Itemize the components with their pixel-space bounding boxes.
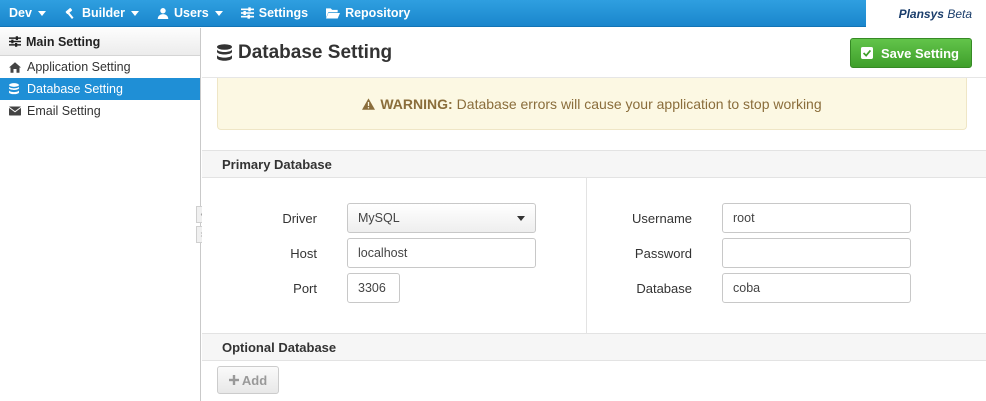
database-input[interactable]: coba	[722, 273, 911, 303]
sidebar-item-label: Application Setting	[27, 60, 131, 74]
database-icon	[217, 43, 232, 62]
password-input[interactable]	[722, 238, 911, 268]
save-setting-button[interactable]: Save Setting	[849, 38, 972, 68]
nav-repository-menu[interactable]: Repository	[317, 0, 419, 27]
optional-database-section-header: Optional Database	[202, 333, 986, 361]
sliders-icon	[240, 7, 254, 19]
password-label: Password	[634, 245, 692, 261]
username-row: Username root	[602, 203, 911, 233]
host-row: Host localhost	[202, 238, 536, 268]
check-square-icon	[860, 47, 873, 59]
brand-suffix: Beta	[947, 7, 972, 21]
database-label: Database	[636, 280, 692, 296]
warning-text: Database errors will cause your applicat…	[456, 95, 822, 112]
gavel-icon	[64, 7, 77, 20]
sidebar-item-email-setting[interactable]: Email Setting	[0, 100, 200, 122]
host-label: Host	[290, 245, 317, 261]
warning-alert: WARNING: Database errors will cause your…	[217, 78, 967, 130]
driver-row: Driver MySQL	[202, 203, 536, 233]
caret-down-icon	[37, 10, 46, 16]
driver-select-value: MySQL	[358, 211, 400, 225]
primary-database-section-header: Primary Database	[202, 150, 986, 178]
main-panel: Database Setting Save Setting WARNING: D…	[202, 28, 986, 401]
database-row: Database coba	[602, 273, 911, 303]
save-setting-label: Save Setting	[880, 45, 959, 61]
warning-icon	[362, 97, 376, 110]
sidebar-item-label: Email Setting	[27, 104, 101, 118]
page-title-text: Database Setting	[238, 41, 393, 63]
host-input[interactable]: localhost	[347, 238, 536, 268]
envelope-icon	[9, 106, 23, 116]
warning-strong: WARNING:	[380, 95, 453, 112]
home-icon	[9, 61, 23, 73]
page-header: Database Setting Save Setting	[202, 28, 986, 78]
driver-select[interactable]: MySQL	[347, 203, 536, 233]
nav-users-label: Users	[174, 6, 209, 20]
plus-icon	[228, 375, 239, 385]
sidebar-header: Main Setting	[0, 28, 200, 56]
port-input-value: 3306	[358, 281, 386, 295]
username-input-value: root	[733, 211, 755, 225]
nav-dev-label: Dev	[9, 6, 32, 20]
page-title: Database Setting	[217, 42, 392, 64]
sidebar-header-label: Main Setting	[26, 34, 101, 49]
port-label: Port	[293, 280, 317, 296]
sidebar-item-application-setting[interactable]: Application Setting	[0, 56, 200, 78]
password-row: Password	[602, 238, 911, 268]
caret-down-icon	[131, 10, 139, 16]
nav-dev-menu[interactable]: Dev	[0, 0, 55, 27]
port-input[interactable]: 3306	[347, 273, 400, 303]
folder-open-icon	[326, 7, 341, 19]
add-database-button[interactable]: Add	[217, 366, 279, 394]
driver-label: Driver	[282, 210, 317, 226]
top-navbar: Dev Builder Users Settings Repository Pl…	[0, 0, 986, 27]
caret-down-icon	[517, 215, 525, 221]
brand-name: Plansys	[898, 7, 944, 21]
brand-logo[interactable]: Plansys Beta	[899, 7, 972, 21]
nav-settings-menu[interactable]: Settings	[232, 0, 317, 27]
brand-area: Plansys Beta	[866, 0, 986, 27]
optional-database-label: Optional Database	[222, 339, 337, 355]
host-input-value: localhost	[358, 246, 408, 260]
column-divider	[586, 178, 587, 333]
add-database-label: Add	[241, 372, 268, 388]
database-icon	[9, 83, 23, 95]
caret-down-icon	[214, 10, 223, 16]
primary-database-label: Primary Database	[222, 156, 332, 172]
port-row: Port 3306	[202, 273, 400, 303]
user-icon	[157, 7, 169, 19]
sidebar-item-label: Database Setting	[27, 82, 123, 96]
database-input-value: coba	[733, 281, 761, 295]
nav-settings-label: Settings	[258, 6, 309, 20]
nav-repository-label: Repository	[345, 6, 411, 20]
nav-builder-label: Builder	[81, 6, 125, 20]
nav-builder-menu[interactable]: Builder	[55, 0, 148, 27]
username-input[interactable]: root	[722, 203, 911, 233]
sidebar: Main Setting Application Setting Databas…	[0, 28, 201, 401]
nav-users-menu[interactable]: Users	[148, 0, 232, 27]
sliders-icon	[9, 36, 21, 47]
username-label: Username	[632, 210, 692, 226]
sidebar-item-database-setting[interactable]: Database Setting	[0, 78, 200, 100]
